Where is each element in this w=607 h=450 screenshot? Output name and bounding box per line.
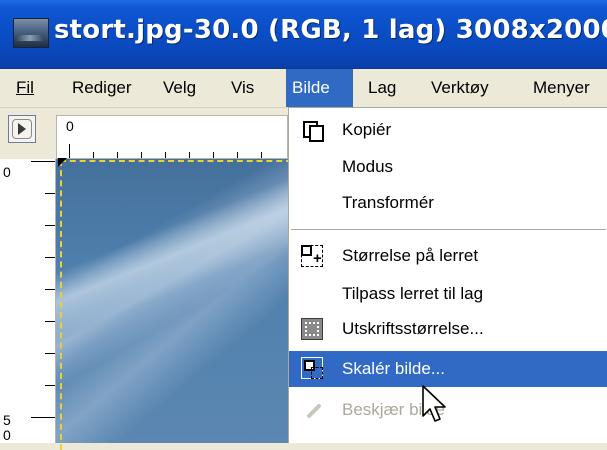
ruler-tick [237, 152, 238, 158]
menu-rediger[interactable]: Rediger [66, 69, 138, 107]
menu-item-label: Kopiér [342, 120, 392, 139]
ruler-tick [261, 152, 262, 158]
menu-menyer[interactable]: Menyer [527, 69, 596, 107]
menu-fil[interactable]: Fil [10, 69, 40, 107]
ruler-tick [165, 152, 166, 158]
menu-item-label: Modus [342, 157, 394, 176]
ruler-tick [31, 417, 55, 418]
ruler-tick [31, 161, 55, 162]
menu-item-kopier[interactable]: Kopiér [289, 113, 607, 147]
ruler-v-label-5: 5 [3, 412, 11, 428]
menu-item-label: Størrelse på lerret [342, 246, 479, 265]
menu-bilde-label: Bilde [292, 78, 330, 97]
menu-vis-label: Vis [231, 78, 255, 97]
window-title: stort.jpg-30.0 (RGB, 1 lag) 3008x2000 [54, 15, 607, 45]
ruler-tick [45, 353, 55, 354]
canvas-size-icon [301, 245, 323, 267]
ruler-tick [141, 152, 142, 158]
ruler-corner-marker [58, 158, 67, 167]
ruler-tick [213, 152, 214, 158]
menu-item-storrelse-pa-lerret[interactable]: Størrelse på lerret [289, 239, 607, 273]
ruler-tick [117, 152, 118, 158]
ruler-tick [45, 257, 55, 258]
menu-item-label: Utskriftsstørrelse... [342, 319, 484, 338]
app-icon [13, 18, 49, 48]
vertical-ruler[interactable]: 0 5 0 [0, 159, 56, 443]
menu-lag-label: Lag [368, 78, 397, 97]
layer-boundary [60, 160, 292, 450]
ruler-tick [45, 385, 55, 386]
menu-item-transformer[interactable]: Transformér [289, 186, 607, 220]
menu-item-utskriftsstorrelse[interactable]: Utskriftsstørrelse... [289, 312, 607, 346]
mouse-pointer-icon [422, 385, 446, 422]
ruler-tick [45, 193, 55, 194]
menu-menyer-label: Menyer [533, 78, 590, 97]
ruler-tick [45, 225, 55, 226]
navigate-button[interactable] [8, 115, 36, 143]
ruler-tick [69, 144, 70, 158]
horizontal-ruler[interactable]: 0 [56, 115, 288, 159]
duplicate-icon [301, 119, 324, 142]
menubar: Fil Rediger Velg Vis Bilde Lag Verktøy M… [0, 69, 607, 108]
play-triangle-icon [18, 123, 26, 135]
ruler-tick [93, 152, 94, 158]
ruler-h-origin: 0 [66, 118, 74, 134]
crop-icon [301, 399, 323, 421]
menu-velg[interactable]: Velg [157, 69, 202, 107]
window-titlebar[interactable]: stort.jpg-30.0 (RGB, 1 lag) 3008x2000 [0, 0, 607, 69]
menu-separator [291, 229, 606, 231]
menu-fil-label: Fil [16, 78, 34, 97]
ruler-v-label-0: 0 [3, 427, 11, 443]
menu-bilde[interactable]: Bilde [286, 69, 353, 107]
print-size-icon [301, 318, 323, 340]
menu-verktoy[interactable]: Verktøy [425, 69, 495, 107]
menu-lag[interactable]: Lag [362, 69, 402, 107]
menu-item-modus[interactable]: Modus [289, 150, 607, 184]
menu-verktoy-label: Verktøy [431, 78, 489, 97]
menu-item-tilpass-lerret[interactable]: Tilpass lerret til lag [289, 277, 607, 311]
menu-rediger-label: Rediger [72, 78, 132, 97]
menu-item-skaler-bilde[interactable]: Skalér bilde... [289, 351, 607, 387]
menu-item-label: Skalér bilde... [342, 359, 445, 378]
menu-vis[interactable]: Vis [225, 69, 260, 107]
scale-image-icon [301, 357, 323, 379]
menu-item-label: Transformér [342, 193, 434, 212]
menu-velg-label: Velg [163, 78, 197, 97]
menu-item-label: Tilpass lerret til lag [342, 284, 484, 303]
ruler-v-origin: 0 [3, 164, 11, 180]
ruler-tick [45, 289, 55, 290]
ruler-tick [189, 152, 190, 158]
ruler-tick [45, 321, 55, 322]
